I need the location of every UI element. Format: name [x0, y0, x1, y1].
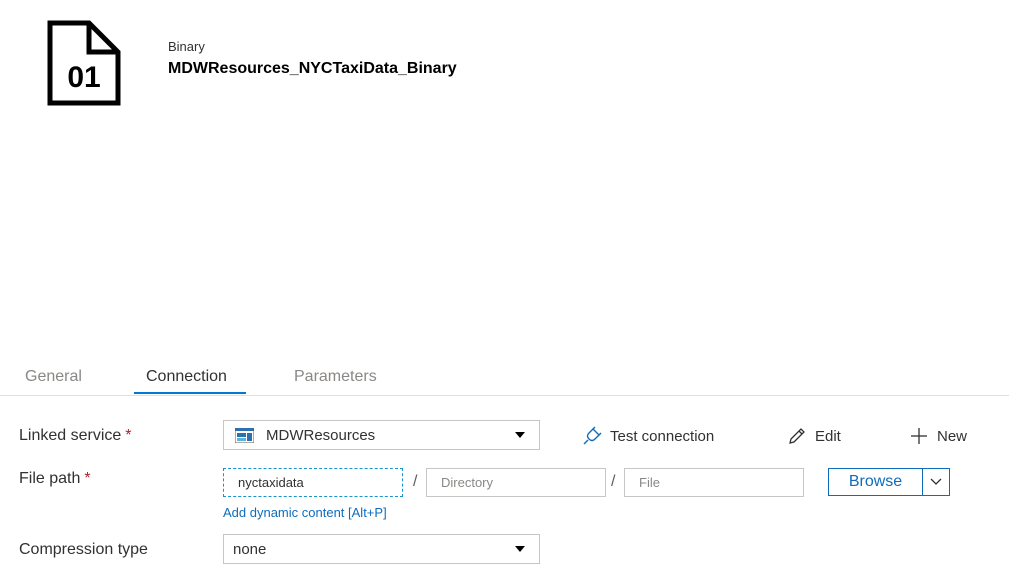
compression-type-select[interactable]: none [223, 534, 540, 564]
linked-service-label: Linked service * [19, 427, 132, 445]
add-dynamic-content-link[interactable]: Add dynamic content [Alt+P] [223, 505, 387, 520]
edit-label: Edit [815, 427, 841, 445]
plug-icon [583, 426, 602, 445]
binary-file-icon-text: 01 [67, 61, 100, 94]
test-connection-label: Test connection [610, 427, 715, 445]
edit-button[interactable]: Edit [787, 426, 841, 446]
tabs-divider [0, 395, 1009, 396]
chevron-down-icon [515, 546, 525, 552]
path-separator: / [413, 473, 418, 490]
new-label: New [937, 427, 968, 445]
plus-icon [911, 428, 927, 444]
linked-service-value: MDWResources [266, 426, 376, 444]
test-connection-button[interactable]: Test connection [582, 426, 714, 446]
directory-input[interactable] [426, 468, 606, 497]
chevron-down-icon [515, 432, 525, 438]
dataset-type: Binary [168, 39, 205, 54]
container-input[interactable] [223, 468, 403, 497]
linked-service-select[interactable]: MDWResources [223, 420, 540, 450]
compression-type-label: Compression type [19, 541, 148, 558]
file-input[interactable] [624, 468, 804, 497]
pencil-icon [789, 428, 805, 444]
active-tab-indicator [134, 392, 246, 394]
tab-general[interactable]: General [25, 368, 82, 386]
compression-type-value: none [233, 540, 267, 558]
browse-dropdown-button[interactable] [922, 468, 950, 496]
storage-account-icon [235, 427, 254, 443]
tab-parameters[interactable]: Parameters [294, 368, 377, 386]
path-separator: / [611, 473, 616, 490]
required-mark: * [125, 427, 132, 444]
binary-file-icon: 01 [47, 20, 121, 106]
required-mark: * [84, 470, 91, 487]
linked-service-label-text: Linked service [19, 427, 122, 444]
browse-button[interactable]: Browse [828, 468, 923, 496]
file-path-label-text: File path [19, 470, 81, 487]
new-button[interactable]: New [909, 426, 967, 446]
chevron-down-icon [930, 478, 942, 485]
file-path-label: File path * [19, 470, 91, 488]
tab-connection[interactable]: Connection [146, 368, 227, 386]
dataset-name: MDWResources_NYCTaxiData_Binary [168, 60, 457, 77]
